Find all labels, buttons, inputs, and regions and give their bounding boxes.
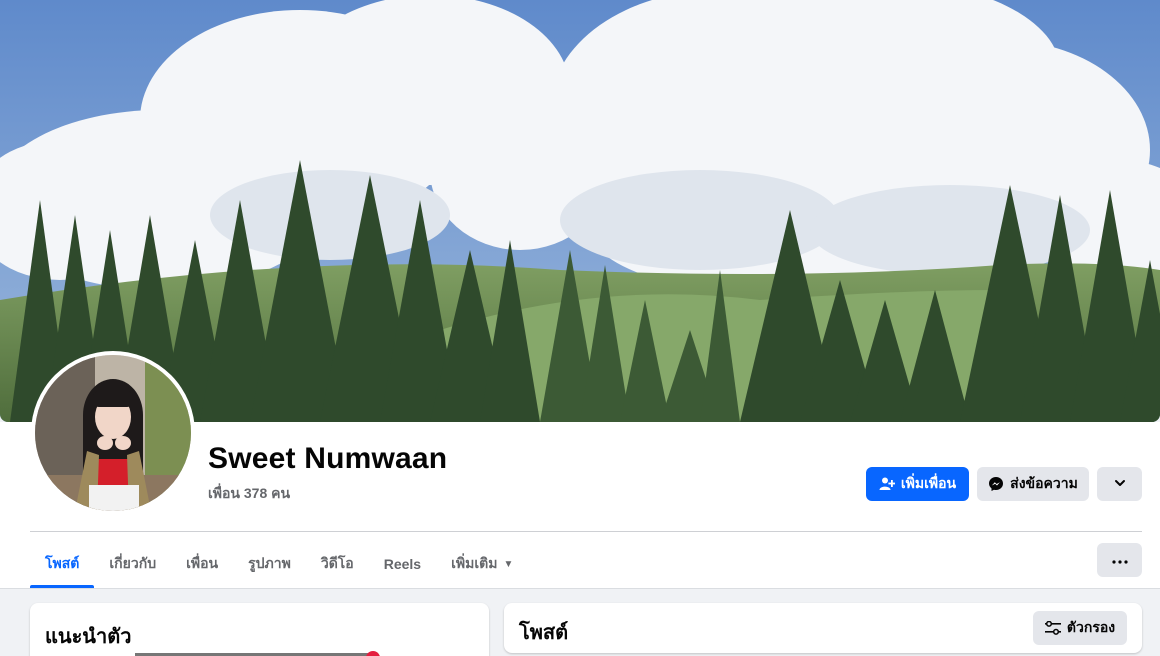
person-add-icon: [879, 476, 895, 492]
profile-actions-dropdown[interactable]: [1097, 467, 1142, 501]
cover-photo-image: [0, 0, 1160, 422]
profile-tabs: โพสต์ เกี่ยวกับ เพื่อน รูปภาพ วิดีโอ Ree…: [30, 540, 528, 588]
header-divider-shadow: [0, 588, 1160, 589]
message-button[interactable]: ส่งข้อความ: [977, 467, 1089, 501]
intro-title: แนะนำตัว: [45, 626, 132, 648]
cover-photo[interactable]: [0, 0, 1160, 422]
filter-button[interactable]: ตัวกรอง: [1033, 611, 1127, 645]
intro-card: แนะนำตัว: [30, 603, 489, 656]
posts-header-card: โพสต์ ตัวกรอง: [504, 603, 1142, 653]
sliders-icon: [1044, 621, 1061, 635]
profile-avatar[interactable]: [31, 351, 195, 515]
tab-about[interactable]: เกี่ยวกับ: [94, 540, 171, 588]
friend-count[interactable]: เพื่อน 378 คน: [208, 483, 290, 505]
more-options-button[interactable]: [1097, 543, 1142, 577]
add-friend-button[interactable]: เพิ่มเพื่อน: [866, 467, 969, 501]
tab-friends[interactable]: เพื่อน: [171, 540, 233, 588]
profile-name: Sweet Numwaan: [208, 442, 448, 475]
posts-title: โพสต์: [519, 622, 569, 644]
intro-text-peek: [135, 653, 375, 656]
tab-reels[interactable]: Reels: [369, 540, 436, 588]
caret-down-icon: ▼: [503, 558, 514, 570]
message-label: ส่งข้อความ: [1010, 475, 1078, 491]
chevron-down-icon: [1114, 476, 1126, 492]
tab-videos[interactable]: วิดีโอ: [306, 540, 369, 588]
tab-more[interactable]: เพิ่มเติม ▼: [436, 540, 528, 588]
more-dots-icon: [1111, 551, 1128, 569]
add-friend-label: เพิ่มเพื่อน: [900, 475, 957, 491]
filter-label: ตัวกรอง: [1066, 619, 1116, 635]
avatar-photo: [35, 355, 191, 511]
tab-photos[interactable]: รูปภาพ: [233, 540, 306, 588]
messenger-icon: [988, 476, 1004, 492]
tab-posts[interactable]: โพสต์: [30, 540, 95, 588]
header-divider: [30, 531, 1142, 532]
